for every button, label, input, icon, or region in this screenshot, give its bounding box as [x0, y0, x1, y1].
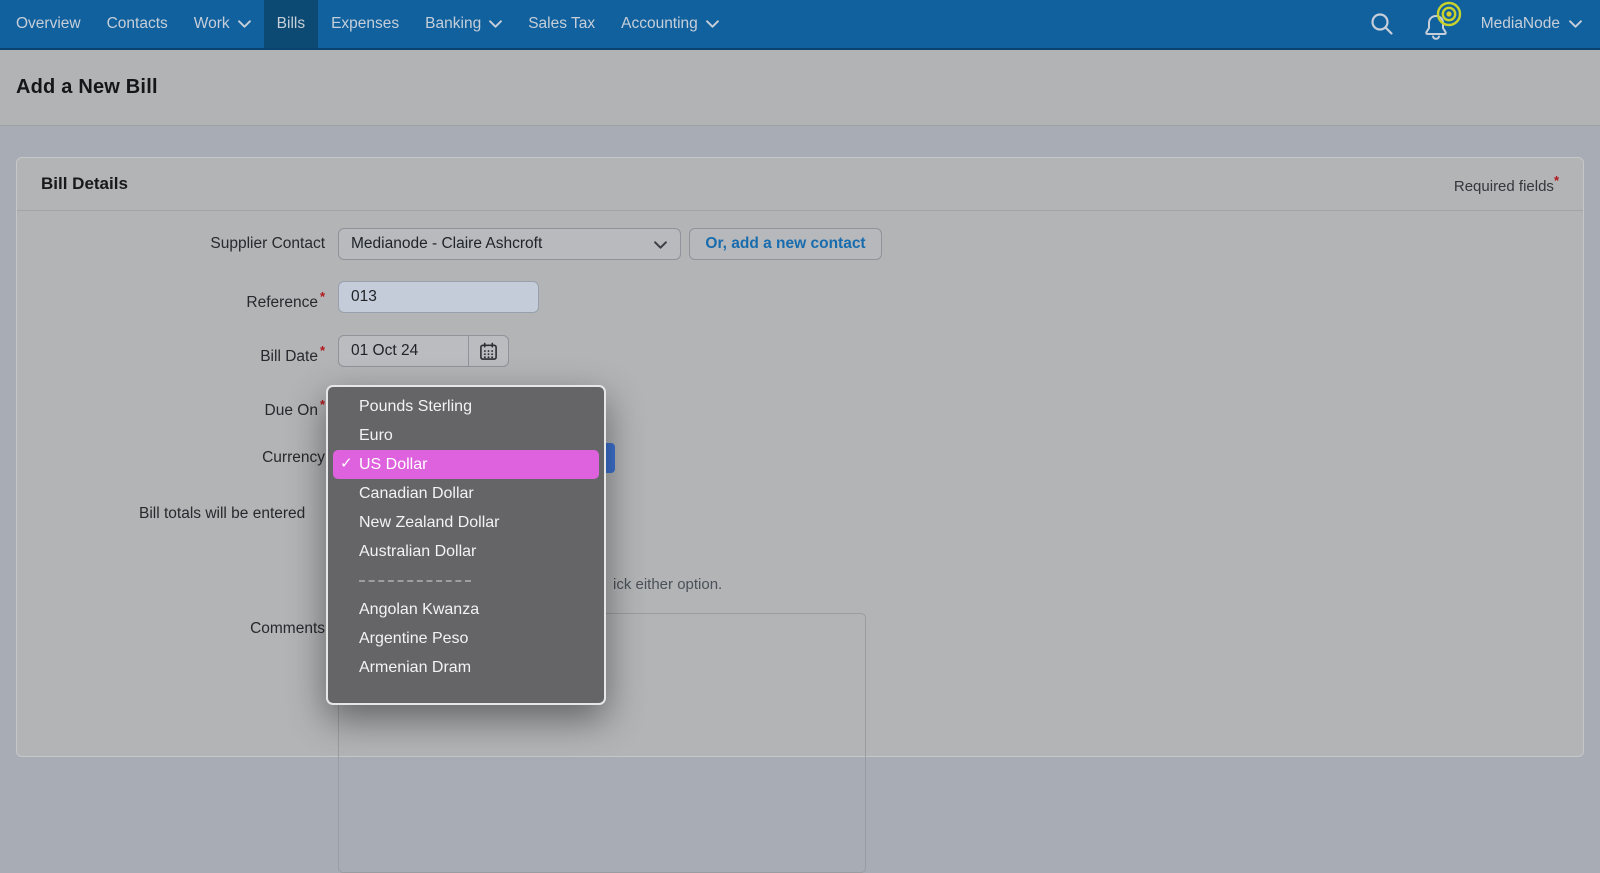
currency-option-label: Armenian Dram — [359, 658, 472, 676]
nav-item-label: Overview — [16, 15, 81, 32]
currency-option-label: Argentine Peso — [359, 629, 469, 647]
nav-item-overview[interactable]: Overview — [3, 0, 94, 48]
currency-option-new-zealand-dollar[interactable]: New Zealand Dollar — [328, 508, 604, 537]
page-title: Add a New Bill — [16, 76, 158, 98]
reference-label: Reference * — [246, 289, 325, 312]
bill-date-value: 01 Oct 24 — [351, 342, 419, 359]
supplier-contact-value: Medianode - Claire Ashcroft — [351, 235, 543, 252]
checkmark-icon: ✓ — [340, 455, 353, 472]
currency-option-label: New Zealand Dollar — [359, 513, 500, 531]
currency-option-australian-dollar[interactable]: Australian Dollar — [328, 537, 604, 566]
due-on-label: Due On * — [264, 397, 325, 420]
supplier-contact-label: Supplier Contact — [210, 235, 325, 252]
helper-text-fragment: ick either option. — [613, 576, 723, 593]
nav-item-banking[interactable]: Banking — [412, 0, 515, 48]
nav-item-contacts[interactable]: Contacts — [94, 0, 181, 48]
currency-option-label: Euro — [359, 426, 393, 444]
currency-option-euro[interactable]: Euro — [328, 421, 604, 450]
nav-item-expenses[interactable]: Expenses — [318, 0, 412, 48]
chevron-down-icon — [1569, 20, 1582, 28]
chevron-down-icon — [489, 20, 503, 28]
currency-option-argentine-peso[interactable]: Argentine Peso — [328, 624, 604, 653]
currency-option-label: Canadian Dollar — [359, 484, 474, 502]
primary-nav: Overview Contacts Work Bills Expenses Banking… — [0, 0, 732, 48]
currency-option-pounds-sterling[interactable]: Pounds Sterling — [328, 392, 604, 421]
reference-value: 013 — [351, 288, 377, 305]
bill-date-input[interactable]: 01 Oct 24 — [338, 335, 509, 367]
currency-option-label: US Dollar — [359, 455, 428, 473]
nav-item-label: Work — [193, 15, 230, 32]
panel-header: Bill Details Required fields* — [17, 158, 1583, 211]
nav-item-label: Banking — [425, 15, 482, 32]
main-content: Bill Details Required fields* Supplier C… — [0, 127, 1600, 873]
comments-label: Comments — [250, 620, 325, 637]
currency-option-us-dollar[interactable]: ✓ US Dollar — [333, 450, 599, 479]
menu-separator — [328, 566, 604, 595]
currency-select-focus-edge — [606, 443, 615, 473]
currency-option-label: Angolan Kwanza — [359, 600, 480, 618]
panel-title: Bill Details — [41, 174, 128, 193]
nav-item-work[interactable]: Work — [181, 0, 264, 48]
nav-item-accounting[interactable]: Accounting — [608, 0, 732, 48]
bill-date-label: Bill Date * — [260, 343, 325, 366]
notification-ring-badge — [1436, 1, 1461, 27]
currency-option-angolan-kwanza[interactable]: Angolan Kwanza — [328, 595, 604, 624]
currency-option-armenian-dram[interactable]: Armenian Dram — [328, 653, 604, 682]
calendar-icon[interactable] — [468, 336, 508, 366]
top-navbar: Overview Contacts Work Bills Expenses Banking… — [0, 0, 1600, 50]
chevron-down-icon — [654, 241, 667, 249]
nav-item-label: Bills — [276, 15, 306, 32]
currency-option-label: Pounds Sterling — [359, 397, 472, 415]
reference-input[interactable]: 013 — [338, 281, 539, 313]
nav-item-label: Sales Tax — [528, 15, 596, 32]
page-header: Add a New Bill — [0, 50, 1600, 126]
chevron-down-icon — [705, 20, 719, 28]
account-menu[interactable]: MediaNode — [1481, 15, 1582, 33]
navbar-right-cluster: MediaNode — [1369, 0, 1600, 48]
currency-option-label: Australian Dollar — [359, 542, 477, 560]
required-asterisk: * — [1553, 173, 1559, 188]
notification-bell-icon[interactable] — [1421, 1, 1461, 44]
currency-dropdown-menu: Pounds Sterling Euro ✓ US Dollar Canadian Do… — [326, 385, 606, 705]
nav-item-label: Expenses — [331, 15, 400, 32]
account-name: MediaNode — [1480, 15, 1560, 32]
supplier-contact-select[interactable]: Medianode - Claire Ashcroft — [338, 228, 681, 260]
add-new-contact-button[interactable]: Or, add a new contact — [689, 228, 882, 260]
required-fields-note: Required fields* — [1454, 173, 1559, 195]
nav-item-label: Accounting — [621, 15, 698, 32]
nav-item-bills[interactable]: Bills — [263, 0, 319, 48]
currency-option-canadian-dollar[interactable]: Canadian Dollar — [328, 479, 604, 508]
chevron-down-icon — [237, 20, 251, 28]
nav-item-sales-tax[interactable]: Sales Tax — [515, 0, 608, 48]
nav-item-label: Contacts — [106, 15, 168, 32]
add-new-contact-label: Or, add a new contact — [705, 235, 866, 252]
bill-totals-helper-text: Bill totals will be entered — [139, 505, 306, 522]
currency-label: Currency — [262, 449, 325, 466]
bill-details-panel: Bill Details Required fields* Supplier C… — [16, 157, 1584, 873]
search-icon[interactable] — [1369, 11, 1395, 37]
required-fields-text: Required fields — [1453, 178, 1554, 195]
